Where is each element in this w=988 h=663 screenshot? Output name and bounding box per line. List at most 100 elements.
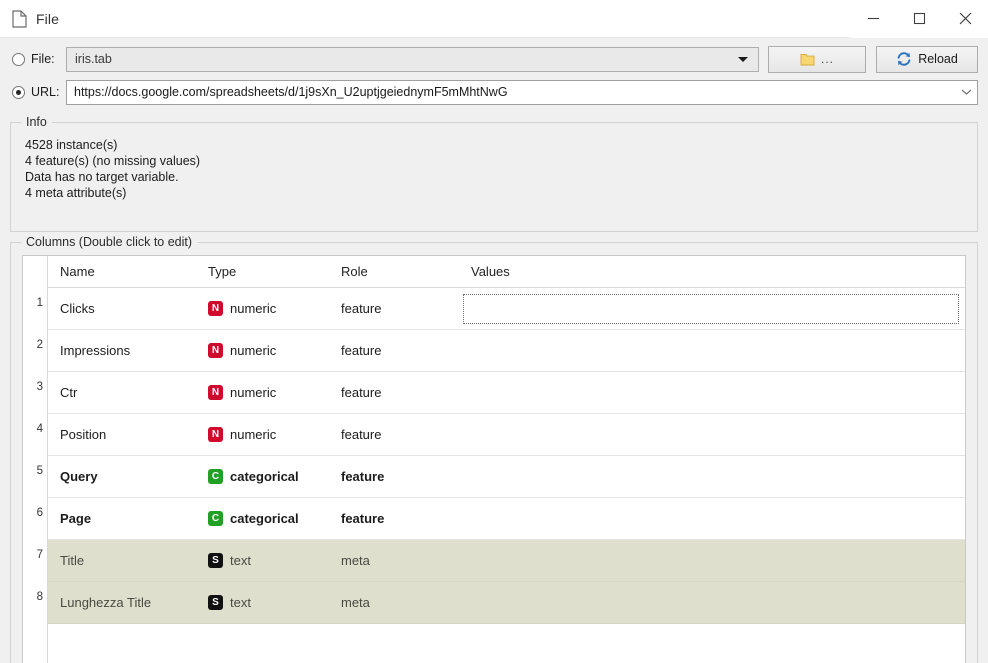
- cell-role[interactable]: feature: [329, 288, 459, 329]
- cell-values[interactable]: [459, 414, 965, 455]
- triangle-down-icon[interactable]: [738, 56, 748, 62]
- info-line-features: 4 feature(s) (no missing values): [25, 154, 201, 168]
- cell-values[interactable]: [459, 288, 965, 329]
- cell-values[interactable]: [459, 372, 965, 413]
- cell-name[interactable]: Ctr: [48, 372, 196, 413]
- cell-type[interactable]: N numeric: [196, 330, 329, 371]
- cell-role[interactable]: feature: [329, 498, 459, 539]
- file-radio-label: File:: [31, 52, 55, 66]
- window-title: File: [36, 10, 59, 27]
- title-bar: File: [0, 0, 988, 38]
- cell-role[interactable]: meta: [329, 540, 459, 581]
- reload-icon: [896, 51, 912, 67]
- cell-role[interactable]: feature: [329, 414, 459, 455]
- cell-type[interactable]: S text: [196, 582, 329, 623]
- cell-name[interactable]: Title: [48, 540, 196, 581]
- cell-role[interactable]: feature: [329, 456, 459, 497]
- source-area: File: iris.tab ... Reload URL: https://d…: [0, 38, 988, 112]
- minimize-button[interactable]: [850, 0, 896, 38]
- file-radio-button[interactable]: [12, 52, 25, 66]
- url-input[interactable]: https://docs.google.com/spreadsheets/d/1…: [74, 85, 957, 99]
- columns-groupbox: Columns (Double click to edit) 1 2 3 4 5…: [10, 235, 978, 663]
- row-number: 1: [23, 288, 47, 330]
- table-row[interactable]: Query C categorical feature: [48, 456, 965, 498]
- info-groupbox: Info 4528 instance(s) 4 feature(s) (no m…: [10, 115, 978, 232]
- reload-button[interactable]: Reload: [876, 45, 978, 73]
- cell-role[interactable]: feature: [329, 330, 459, 371]
- cell-values[interactable]: [459, 330, 965, 371]
- table-row[interactable]: Lunghezza Title S text meta: [48, 582, 965, 624]
- row-number-header: [23, 256, 47, 288]
- cell-values[interactable]: [459, 582, 965, 623]
- values-editor-focused[interactable]: [463, 293, 959, 324]
- cell-type[interactable]: C categorical: [196, 498, 329, 539]
- cell-name[interactable]: Position: [48, 414, 196, 455]
- table-empty-area: [22, 641, 966, 663]
- column-header-values[interactable]: Values: [459, 256, 965, 287]
- columns-groupbox-title: Columns (Double click to edit): [21, 235, 198, 249]
- file-widget-window: File File: iris.tab ... Reload URL: http…: [0, 0, 988, 663]
- columns-grid: Name Type Role Values Clicks N numeric f…: [48, 256, 965, 641]
- row-number: 7: [23, 540, 47, 582]
- table-row[interactable]: Clicks N numeric feature: [48, 288, 965, 330]
- cell-type-label: categorical: [230, 469, 299, 484]
- table-row[interactable]: Impressions N numeric feature: [48, 330, 965, 372]
- cell-type[interactable]: C categorical: [196, 456, 329, 497]
- table-row[interactable]: Page C categorical feature: [48, 498, 965, 540]
- cell-name[interactable]: Clicks: [48, 288, 196, 329]
- cell-name[interactable]: Lunghezza Title: [48, 582, 196, 623]
- row-number: 8: [23, 582, 47, 624]
- reload-button-label: Reload: [918, 52, 958, 66]
- info-line-instances: 4528 instance(s): [25, 138, 118, 152]
- cell-values[interactable]: [459, 456, 965, 497]
- column-header-name[interactable]: Name: [48, 256, 196, 287]
- row-number: 5: [23, 456, 47, 498]
- row-number: 6: [23, 498, 47, 540]
- row-number: 3: [23, 372, 47, 414]
- cell-name[interactable]: Impressions: [48, 330, 196, 371]
- url-source-row: URL: https://docs.google.com/spreadsheet…: [10, 77, 978, 107]
- window-controls: [850, 0, 988, 38]
- numeric-type-icon: N: [208, 343, 223, 358]
- maximize-button[interactable]: [896, 0, 942, 38]
- categorical-type-icon: C: [208, 469, 223, 484]
- table-row[interactable]: Title S text meta: [48, 540, 965, 582]
- cell-type-label: numeric: [230, 343, 277, 358]
- text-type-icon: S: [208, 553, 223, 568]
- cell-type[interactable]: N numeric: [196, 414, 329, 455]
- cell-role[interactable]: feature: [329, 372, 459, 413]
- document-icon: [12, 9, 27, 28]
- folder-icon: [800, 52, 815, 66]
- cell-type-label: numeric: [230, 385, 277, 400]
- columns-grid-header: Name Type Role Values: [48, 256, 965, 288]
- cell-name[interactable]: Query: [48, 456, 196, 497]
- cell-type[interactable]: S text: [196, 540, 329, 581]
- file-combobox[interactable]: iris.tab: [66, 46, 759, 72]
- cell-type-label: numeric: [230, 427, 277, 442]
- cell-values[interactable]: [459, 540, 965, 581]
- chevron-down-icon[interactable]: [957, 81, 975, 104]
- url-radio-group[interactable]: URL:: [10, 85, 66, 99]
- cell-type-label: text: [230, 553, 251, 568]
- browse-file-label: ...: [820, 52, 834, 66]
- table-row[interactable]: Position N numeric feature: [48, 414, 965, 456]
- table-row[interactable]: Ctr N numeric feature: [48, 372, 965, 414]
- file-radio-group[interactable]: File:: [10, 52, 66, 66]
- numeric-type-icon: N: [208, 301, 223, 316]
- url-combobox[interactable]: https://docs.google.com/spreadsheets/d/1…: [66, 79, 978, 105]
- column-header-role[interactable]: Role: [329, 256, 459, 287]
- info-groupbox-title: Info: [21, 115, 52, 129]
- cell-type-label: numeric: [230, 301, 277, 316]
- columns-table: 1 2 3 4 5 6 7 8 Name Type Role Values Cl…: [22, 255, 966, 641]
- cell-role[interactable]: meta: [329, 582, 459, 623]
- browse-file-button[interactable]: ...: [768, 45, 866, 73]
- cell-type-label: text: [230, 595, 251, 610]
- title-bar-left: File: [0, 9, 59, 28]
- url-radio-button[interactable]: [12, 85, 25, 99]
- close-button[interactable]: [942, 0, 988, 38]
- cell-type[interactable]: N numeric: [196, 372, 329, 413]
- cell-name[interactable]: Page: [48, 498, 196, 539]
- column-header-type[interactable]: Type: [196, 256, 329, 287]
- cell-type[interactable]: N numeric: [196, 288, 329, 329]
- cell-values[interactable]: [459, 498, 965, 539]
